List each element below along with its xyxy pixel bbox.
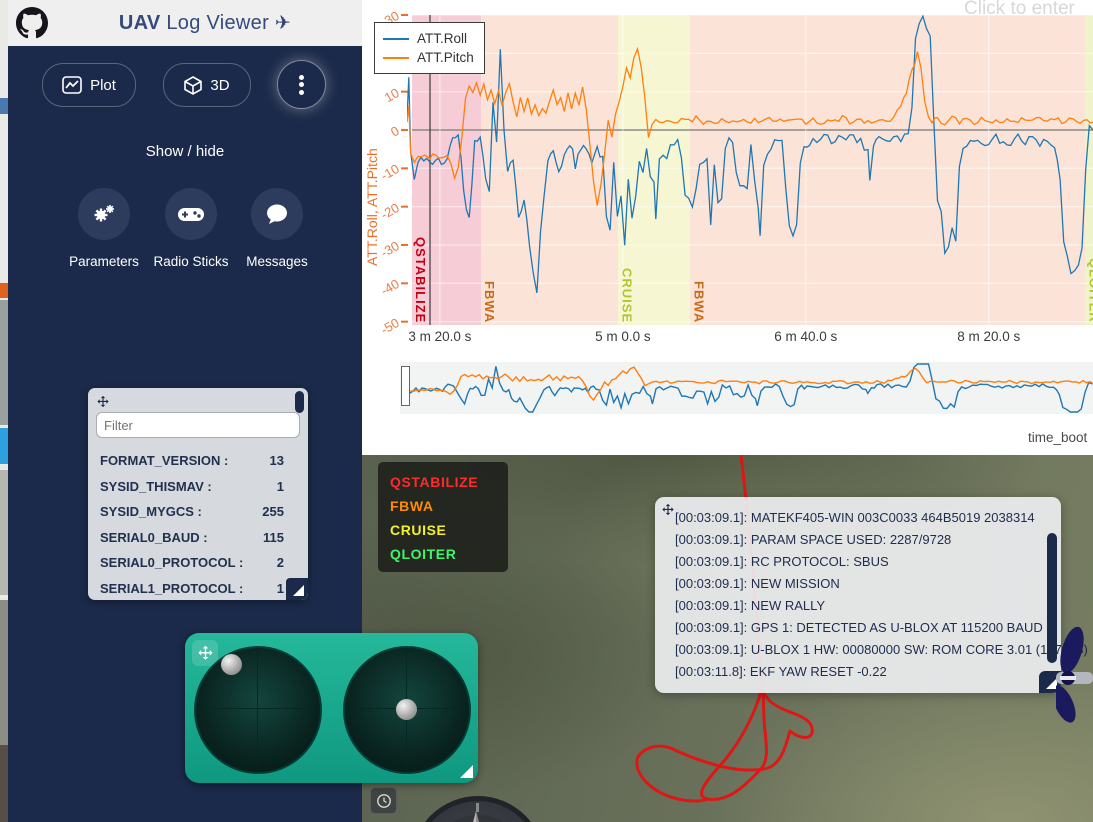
map-mode-qstabilize: QSTABILIZE [390,470,508,494]
message-row: [00:03:09.1]: NEW RALLY [675,598,825,613]
sliver-fragment [0,98,8,114]
param-value: 115 [263,530,284,545]
aircraft-propeller [1056,620,1093,740]
param-value: 2 [277,555,284,570]
showhide-button-parameters[interactable] [78,188,130,240]
move-icon [197,645,214,662]
cube-icon [184,76,202,95]
filter-input[interactable] [96,412,300,438]
param-name: FORMAT_VERSION : [100,453,228,468]
message-row: [00:03:09.1]: U-BLOX 1 HW: 00080000 SW: … [675,642,1088,657]
threed-button-label: 3D [210,77,229,94]
kebab-menu-icon [299,72,304,97]
message-row: [00:03:09.1]: NEW MISSION [675,576,840,591]
threed-button[interactable]: 3D [163,63,251,107]
background-window-sliver [0,0,8,822]
right-stick[interactable] [343,646,471,774]
page-title: UAV Log Viewer ✈ [48,12,362,35]
param-name: SYSID_MYGCS : [100,504,202,519]
params-resize-handle[interactable] [286,578,308,600]
title-rest: Log Viewer [161,12,270,34]
line-chart-icon [62,76,82,94]
parameters-panel: FORMAT_VERSION :13SYSID_THISMAV :1SYSID_… [88,388,308,600]
map-mode-fbwa: FBWA [390,494,508,518]
left-stick[interactable] [194,646,322,774]
param-name: SYSID_THISMAV : [100,479,212,494]
plot-button-label: Plot [90,77,116,94]
message-row: [00:03:09.1]: RC PROTOCOL: SBUS [675,554,889,569]
message-row: [00:03:09.1]: PARAM SPACE USED: 2287/972… [675,532,951,547]
clock-button[interactable] [370,787,397,814]
gamepad-icon [178,206,204,223]
param-row: SYSID_THISMAV : 1 [100,474,284,499]
app-header: UAV Log Viewer ✈ [8,0,362,46]
plot-button[interactable]: Plot [42,63,136,107]
param-value: 1 [277,581,284,596]
joystick-resize-handle[interactable] [460,765,473,778]
param-row: SERIAL1_PROTOCOL : 1 [100,576,284,601]
showhide-label: Messages [217,254,337,269]
chat-icon [265,203,289,225]
sliver-fragment [0,300,8,425]
clock-icon [376,793,392,809]
plot-panel: Click to enter QSTABILIZEFBWACRUISEFBWAQ… [362,0,1093,455]
kebab-menu-button[interactable] [277,60,326,109]
param-value: 13 [270,453,284,468]
showhide-button-radio-sticks[interactable] [165,188,217,240]
x-axis-title: time_boot [1028,430,1087,445]
move-icon[interactable] [94,393,112,411]
radio-sticks-widget [185,633,478,783]
message-row: [00:03:09.1]: GPS 1: DETECTED AS U-BLOX … [675,620,1043,635]
map-mode-cruise: CRUISE [390,518,508,542]
param-row: SERIAL0_PROTOCOL : 2 [100,550,284,575]
sliver-fragment [0,470,8,595]
gears-icon [92,203,116,225]
left-stick-ball[interactable] [221,654,242,675]
range-slider-handle[interactable] [401,366,410,406]
param-row: FORMAT_VERSION : 13 [100,448,284,473]
param-name: SERIAL1_PROTOCOL : [100,581,243,596]
param-row: SYSID_MYGCS : 255 [100,499,284,524]
sliver-fragment [0,745,8,822]
showhide-heading: Show / hide [8,143,362,160]
showhide-button-messages[interactable] [251,188,303,240]
map-mode-qloiter: QLOITER [390,542,508,566]
plane-icon: ✈ [275,13,291,34]
params-scrollbar-thumb[interactable] [295,391,304,413]
param-name: SERIAL0_BAUD : [100,530,208,545]
message-row: [00:03:11.8]: EKF YAW RESET -0.22 [675,664,887,679]
param-value: 255 [262,504,284,519]
message-row: [00:03:09.1]: MATEKF405-WIN 003C0033 464… [675,510,1035,525]
param-value: 1 [277,479,284,494]
right-stick-ball[interactable] [396,699,417,720]
sliver-fragment [0,428,8,464]
messages-panel: [00:03:09.1]: MATEKF405-WIN 003C0033 464… [655,497,1061,693]
range-slider-lines [362,0,1093,455]
sliver-fragment [0,283,8,298]
compass-needle-icon [454,811,494,822]
sliver-fragment [0,600,8,745]
flight-mode-legend: QSTABILIZEFBWACRUISEQLOITER [378,462,508,572]
title-uav: UAV [119,12,161,34]
param-name: SERIAL0_PROTOCOL : [100,555,243,570]
github-icon[interactable] [16,7,48,39]
param-row: SERIAL0_BAUD : 115 [100,525,284,550]
